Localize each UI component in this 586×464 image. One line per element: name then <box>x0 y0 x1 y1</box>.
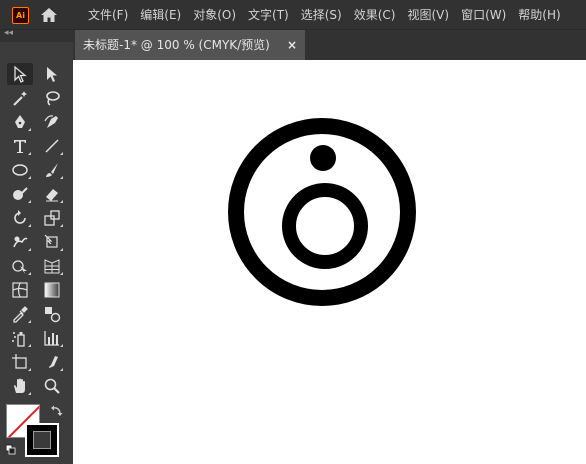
menu-items: 文件(F) 编辑(E) 对象(O) 文字(T) 选择(S) 效果(C) 视图(V… <box>82 0 567 30</box>
menu-view[interactable]: 视图(V) <box>401 0 455 30</box>
blend-tool-icon[interactable] <box>39 303 65 325</box>
document-tab[interactable]: 未标题-1* @ 100 % (CMYK/预览) × <box>75 30 305 60</box>
toolbar-collapse-strip[interactable]: ◂◂ <box>0 28 73 42</box>
magic-wand-icon[interactable] <box>7 87 33 109</box>
mesh-tool-icon[interactable] <box>7 279 33 301</box>
scale-tool-icon[interactable] <box>39 207 65 229</box>
slice-tool-icon[interactable] <box>39 351 65 373</box>
eyedropper-icon[interactable] <box>7 303 33 325</box>
inner-ring-shape <box>282 183 368 269</box>
perspective-grid-icon[interactable] <box>39 255 65 277</box>
app-logo: Ai <box>12 7 29 24</box>
lasso-icon[interactable] <box>39 87 65 109</box>
paintbrush-icon[interactable] <box>39 159 65 181</box>
eraser-icon[interactable] <box>39 183 65 205</box>
artwork[interactable] <box>73 60 586 464</box>
symbol-sprayer-icon[interactable] <box>7 327 33 349</box>
column-graph-icon[interactable] <box>39 327 65 349</box>
gradient-tool-icon[interactable] <box>39 279 65 301</box>
artboard-canvas[interactable] <box>73 60 586 464</box>
menu-edit[interactable]: 编辑(E) <box>134 0 187 30</box>
close-icon[interactable]: × <box>287 30 297 60</box>
rotate-tool-icon[interactable] <box>7 207 33 229</box>
menu-effect[interactable]: 效果(C) <box>348 0 402 30</box>
home-icon[interactable] <box>40 6 58 24</box>
type-tool-icon[interactable] <box>7 135 33 157</box>
free-transform-icon[interactable] <box>39 231 65 253</box>
dot-shape <box>310 145 336 171</box>
line-segment-tool-icon[interactable] <box>39 135 65 157</box>
document-tab-bar: 未标题-1* @ 100 % (CMYK/预览) × <box>73 30 586 60</box>
menu-type[interactable]: 文字(T) <box>242 0 295 30</box>
menu-file[interactable]: 文件(F) <box>82 0 134 30</box>
default-colors-icon[interactable] <box>5 444 17 456</box>
stroke-swatch[interactable] <box>25 423 59 457</box>
curvature-tool-icon[interactable] <box>39 111 65 133</box>
menu-bar: Ai 文件(F) 编辑(E) 对象(O) 文字(T) 选择(S) 效果(C) 视… <box>0 0 586 30</box>
menu-window[interactable]: 窗口(W) <box>455 0 512 30</box>
swap-fill-stroke-icon[interactable] <box>50 404 64 418</box>
stroke-swatch-inner <box>33 431 51 449</box>
menu-object[interactable]: 对象(O) <box>187 0 242 30</box>
collapse-icon[interactable]: ◂◂ <box>4 28 13 38</box>
pen-tool-icon[interactable] <box>7 111 33 133</box>
menu-select[interactable]: 选择(S) <box>295 0 348 30</box>
direct-selection-tool-icon[interactable] <box>39 63 65 85</box>
menu-help[interactable]: 帮助(H) <box>512 0 566 30</box>
zoom-tool-icon[interactable] <box>39 375 65 397</box>
artboard-tool-icon[interactable] <box>7 351 33 373</box>
tools-panel <box>0 42 73 464</box>
document-tab-title: 未标题-1* @ 100 % (CMYK/预览) <box>83 38 270 52</box>
hand-tool-icon[interactable] <box>7 375 33 397</box>
warp-tool-icon[interactable] <box>7 231 33 253</box>
selection-tool-icon[interactable] <box>7 63 33 85</box>
shaper-tool-icon[interactable] <box>7 183 33 205</box>
ellipse-tool-icon[interactable] <box>7 159 33 181</box>
shape-builder-icon[interactable] <box>7 255 33 277</box>
